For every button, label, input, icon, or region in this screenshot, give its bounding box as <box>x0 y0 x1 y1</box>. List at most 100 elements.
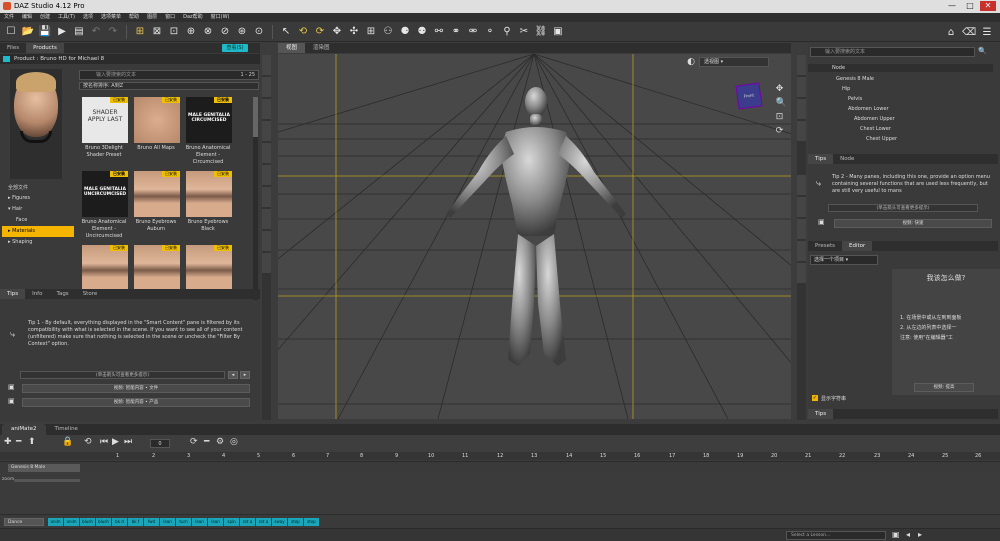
clip-chip[interactable]: blush <box>96 518 111 526</box>
dance-dropdown[interactable]: Dance <box>4 518 44 526</box>
snapshot-icon[interactable]: ▣ <box>551 25 565 39</box>
lesson-video-button[interactable]: 视频: 提高 <box>914 383 974 392</box>
search-icon[interactable]: 🔍 <box>978 47 987 55</box>
side-tab[interactable] <box>262 143 271 163</box>
side-tab[interactable] <box>797 197 806 217</box>
frame-input[interactable]: 0 <box>150 439 170 448</box>
side-tab[interactable] <box>262 99 271 119</box>
menu-create[interactable]: 创建 <box>40 13 50 22</box>
joint-editor-icon[interactable]: ⚇ <box>381 25 395 39</box>
tab-files[interactable]: Files <box>0 43 26 53</box>
spot-render-icon[interactable]: ⊡ <box>167 25 181 39</box>
content-item[interactable]: 已安装 Bruno Eyebrows Black <box>184 171 232 243</box>
clip-chip[interactable]: anim <box>48 518 63 526</box>
zoom-slider[interactable] <box>14 479 80 482</box>
point-at-icon[interactable]: ⚬ <box>483 25 497 39</box>
cut-icon[interactable]: ✂ <box>517 25 531 39</box>
view-button[interactable]: 查看(S) <box>222 44 248 52</box>
clip-chip[interactable]: rot a <box>240 518 255 526</box>
content-item[interactable]: 已安装 <box>80 245 128 289</box>
tab-presets[interactable]: Presets <box>808 241 842 251</box>
side-tab[interactable] <box>797 77 806 97</box>
list-icon[interactable]: ▤ <box>72 25 86 39</box>
menu-edit[interactable]: 编辑 <box>22 13 32 22</box>
side-tab[interactable] <box>797 175 806 195</box>
side-tab[interactable] <box>262 121 271 141</box>
frame-icon[interactable]: ⊡ <box>776 112 787 122</box>
pan-icon[interactable]: ✥ <box>776 84 787 94</box>
play-icon[interactable]: ▶ <box>112 437 119 447</box>
tab-timeline[interactable]: Timeline <box>46 424 87 435</box>
clip-chip[interactable]: rot a <box>256 518 271 526</box>
node-row[interactable]: Abdomen Lower <box>808 104 993 114</box>
side-tab[interactable] <box>797 121 806 141</box>
node-row[interactable]: Pelvis <box>808 94 993 104</box>
category-shaping[interactable]: ▸ Shaping <box>2 237 74 248</box>
lesson-icon[interactable]: ▣ <box>892 530 900 539</box>
menu-option-menu[interactable]: 选项菜单 <box>101 13 121 22</box>
clip-chip[interactable]: bk f <box>128 518 143 526</box>
node-row[interactable]: Abdomen Upper <box>808 114 993 124</box>
tab-node[interactable]: Node <box>833 154 861 164</box>
export-icon[interactable]: ⊛ <box>235 25 249 39</box>
region-icon[interactable]: ⚭ <box>449 25 463 39</box>
tab-tips[interactable]: Tips <box>808 409 834 419</box>
tab-render[interactable]: 渲染图 <box>305 43 338 53</box>
zoom-icon[interactable]: 🔍 <box>776 98 787 108</box>
rotate-tool-icon[interactable]: ⟲ <box>296 25 310 39</box>
side-tab[interactable] <box>797 99 806 119</box>
play-icon[interactable]: ▶ <box>55 25 69 39</box>
menu-window-w[interactable]: 窗口(W) <box>211 13 230 22</box>
category-materials[interactable]: ▸ Materials <box>2 226 74 237</box>
geometry-editor-icon[interactable]: ⚯ <box>432 25 446 39</box>
clip-chip[interactable]: lean <box>192 518 207 526</box>
timeline-track[interactable]: Genesis 8 Male <box>0 461 1000 473</box>
show-strings-checkbox[interactable]: ✓ <box>812 395 818 401</box>
lesson-select[interactable]: Select a Lesson... <box>786 531 886 540</box>
3d-viewport[interactable]: 透视图 ▾ ◐ Front ✥ 🔍 ⊡ ⟳ <box>278 54 791 419</box>
menu-layers[interactable]: 图层 <box>147 13 157 22</box>
side-tab[interactable] <box>797 55 806 75</box>
node-row[interactable]: Genesis 8 Male <box>808 74 993 84</box>
video-button-files[interactable]: 视频: 智能内容 • 文件 <box>22 384 250 393</box>
menu-options[interactable]: 选项 <box>83 13 93 22</box>
clip-chip[interactable]: step <box>288 518 303 526</box>
product-thumbnail[interactable] <box>10 69 62 179</box>
surface-select-icon[interactable]: ⚉ <box>415 25 429 39</box>
tab-animate2[interactable]: aniMate2 <box>2 424 46 435</box>
tab-info[interactable]: Info <box>25 289 49 299</box>
clip-chip[interactable]: step <box>304 518 319 526</box>
content-item[interactable]: 已安装 Bruno Eyebrows Auburn <box>132 171 180 243</box>
tab-editor[interactable]: Editor <box>842 241 873 251</box>
tab-store[interactable]: Store <box>76 289 105 299</box>
home-icon[interactable]: ⌂ <box>944 25 958 39</box>
clip-chip[interactable]: bk d <box>112 518 127 526</box>
next-tip-button[interactable]: ▸ <box>240 371 250 379</box>
tab-products[interactable]: Products <box>26 43 64 53</box>
content-item[interactable]: MALE GENITALIA UNCIRCUMCISED 已安装 Bruno An… <box>80 171 128 243</box>
content-item[interactable]: 已安装 <box>184 245 232 289</box>
lesson-prev-icon[interactable]: ◂ <box>906 530 910 539</box>
category-figures[interactable]: ▸ Figures <box>2 193 74 204</box>
node-align-icon[interactable]: ⚮ <box>466 25 480 39</box>
last-frame-icon[interactable]: ⏭ <box>124 437 132 447</box>
orbit-icon[interactable]: ⟳ <box>776 126 787 136</box>
nvidia-icon[interactable]: ⊗ <box>201 25 215 39</box>
clip-chip[interactable]: turn <box>176 518 191 526</box>
scroll-thumb[interactable] <box>253 97 258 137</box>
redo-icon[interactable]: ↷ <box>106 25 120 39</box>
aux-view-icon[interactable]: ⊘ <box>218 25 232 39</box>
category-face[interactable]: Face <box>2 215 74 226</box>
undo-icon[interactable]: ↶ <box>89 25 103 39</box>
lesson-next-icon[interactable]: ▸ <box>918 530 922 539</box>
scene-search-input[interactable]: 输入要搜索的文本 <box>810 47 975 57</box>
render-settings-icon[interactable]: ⊞ <box>133 25 147 39</box>
clip-chip[interactable]: blush <box>80 518 95 526</box>
clip-chip[interactable]: lean <box>160 518 175 526</box>
loop-icon[interactable]: ⟲ <box>84 437 92 447</box>
target-icon[interactable]: ◎ <box>230 437 238 447</box>
universal-tool-icon[interactable]: ✣ <box>347 25 361 39</box>
sort-dropdown[interactable]: 按名称排序: A到Z <box>79 82 259 90</box>
track-area[interactable]: zoom <box>0 474 1000 514</box>
video-button-quick[interactable]: 视频: 快速 <box>834 219 992 228</box>
